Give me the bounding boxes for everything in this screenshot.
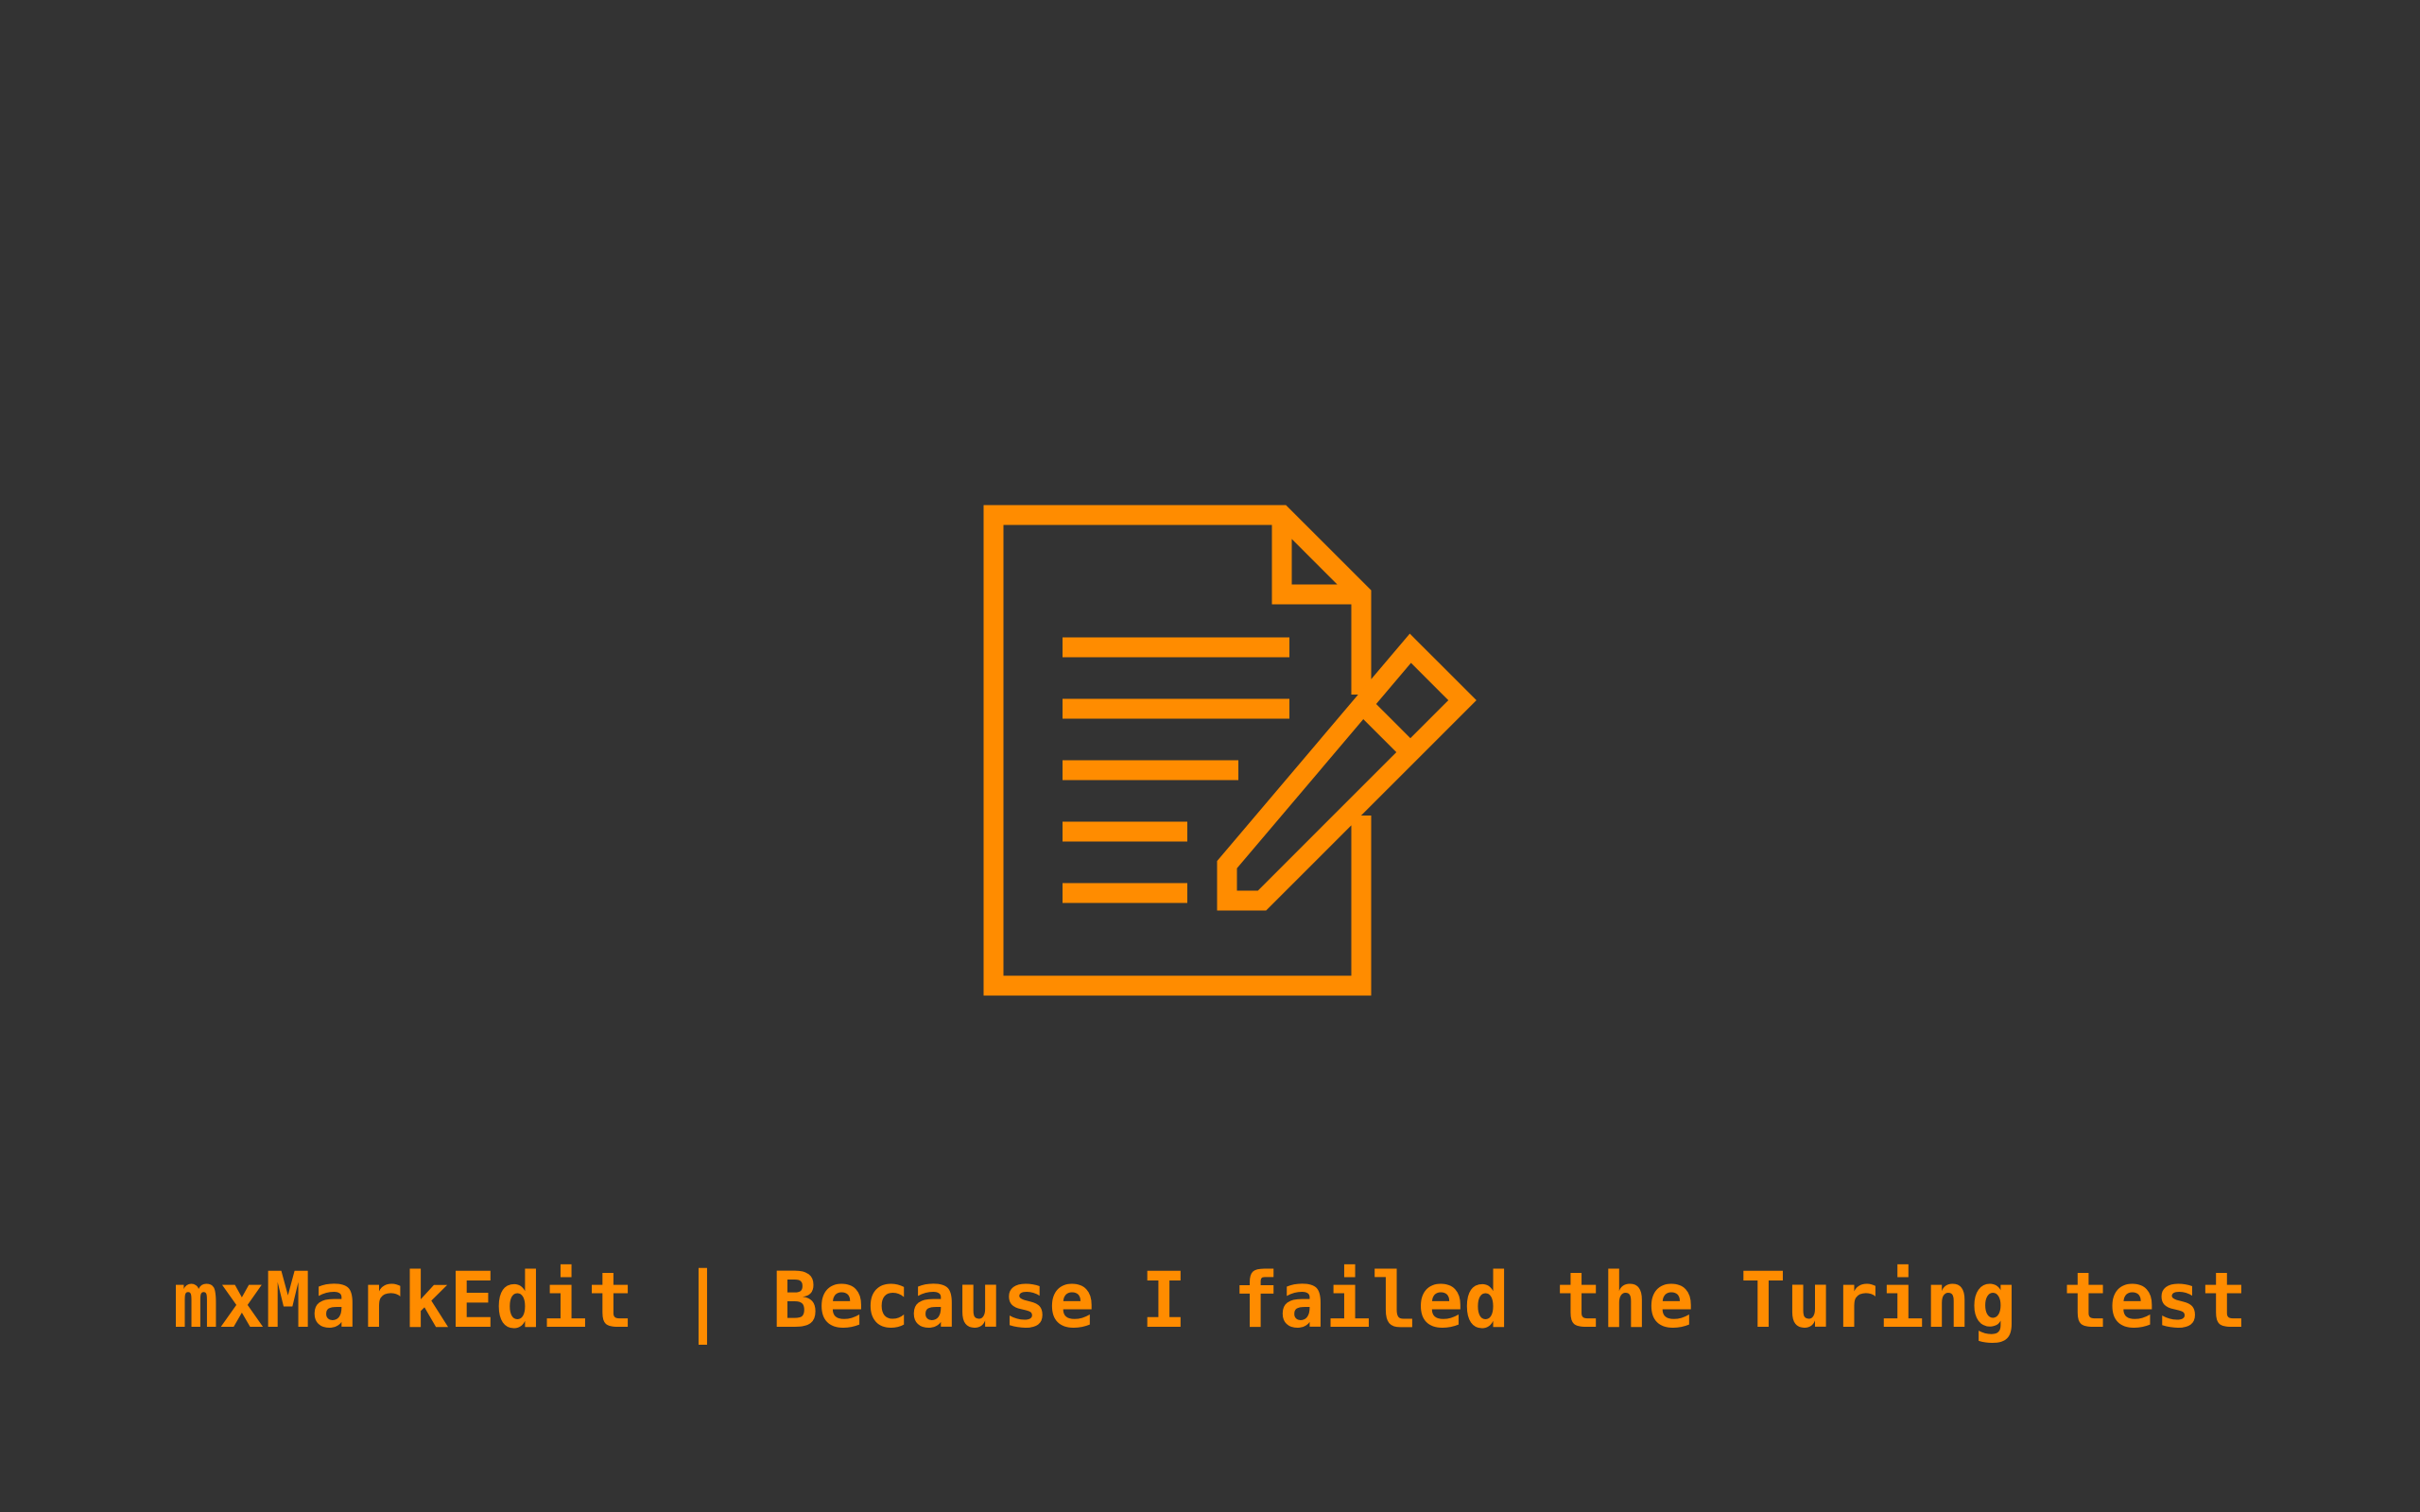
pencil-band	[1351, 693, 1418, 760]
splash-screen: mxMarkEdit | Because I failed the Turing…	[0, 0, 2420, 1512]
pencil-body	[1217, 633, 1477, 911]
app-tagline: mxMarkEdit | Because I failed the Turing…	[172, 1257, 2248, 1346]
document-edit-icon	[983, 505, 1477, 996]
